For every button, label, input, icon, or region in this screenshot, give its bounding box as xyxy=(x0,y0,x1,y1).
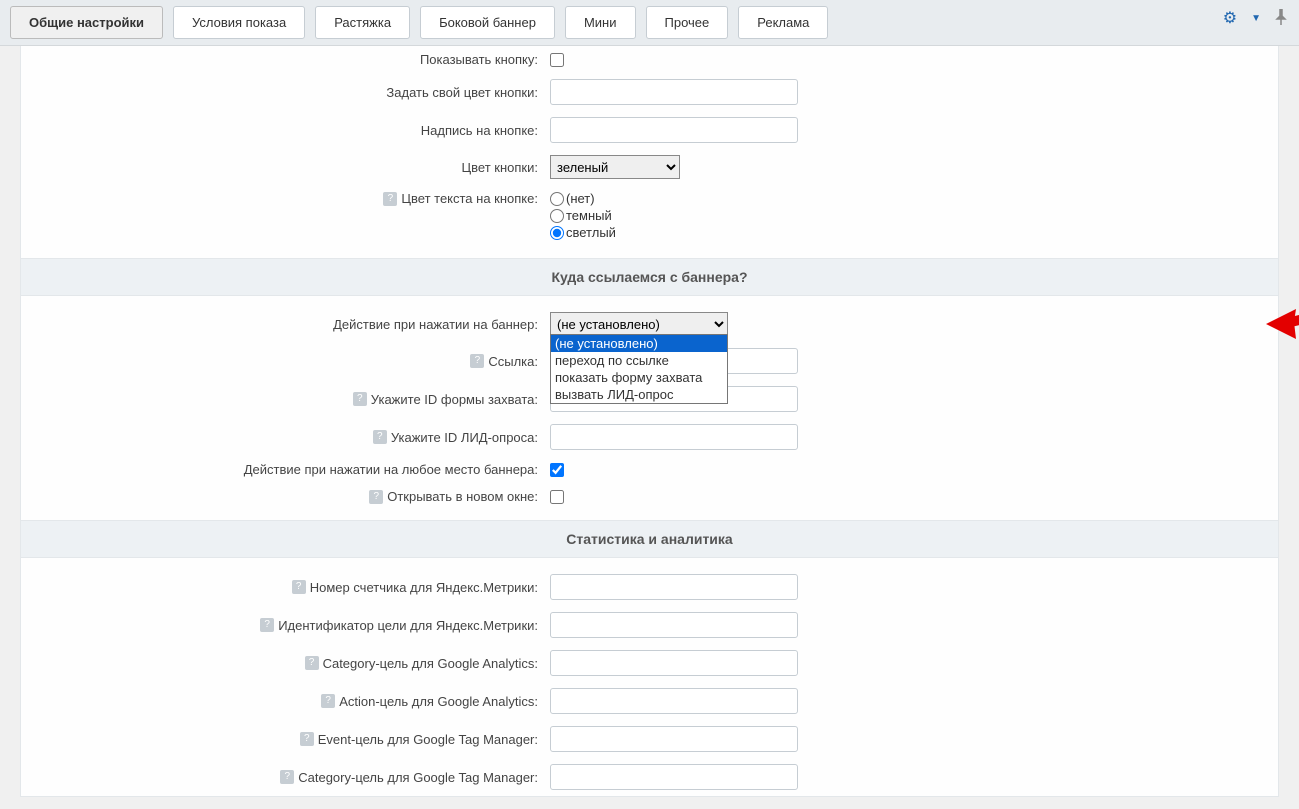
dropdown-click-action: (не установлено) переход по ссылке показ… xyxy=(550,334,728,404)
input-ga-category[interactable] xyxy=(550,650,798,676)
help-icon[interactable]: ? xyxy=(305,656,319,670)
input-gtm-category[interactable] xyxy=(550,764,798,790)
tab-other[interactable]: Прочее xyxy=(646,6,729,39)
label-new-window: Открывать в новом окне: xyxy=(387,489,538,504)
dropdown-option-not-set[interactable]: (не установлено) xyxy=(551,335,727,352)
radio-light[interactable] xyxy=(550,226,564,240)
tab-general[interactable]: Общие настройки xyxy=(10,6,163,39)
label-ga-action: Action-цель для Google Analytics: xyxy=(339,694,538,709)
help-icon[interactable]: ? xyxy=(321,694,335,708)
label-show-button: Показывать кнопку: xyxy=(420,52,538,67)
tab-mini[interactable]: Мини xyxy=(565,6,636,39)
help-icon[interactable]: ? xyxy=(280,770,294,784)
help-icon[interactable]: ? xyxy=(260,618,274,632)
tab-ads[interactable]: Реклама xyxy=(738,6,828,39)
section-stats: Статистика и аналитика xyxy=(21,520,1278,558)
label-gtm-category: Category-цель для Google Tag Manager: xyxy=(298,770,538,785)
label-button-text: Надпись на кнопке: xyxy=(421,123,538,138)
label-gtm-event: Event-цель для Google Tag Manager: xyxy=(318,732,538,747)
arrow-icon xyxy=(1266,304,1299,347)
input-custom-color[interactable] xyxy=(550,79,798,105)
checkbox-full-click[interactable] xyxy=(550,463,564,477)
gear-icon[interactable]: ⚙ xyxy=(1223,8,1237,28)
tab-bar: Общие настройки Условия показа Растяжка … xyxy=(0,0,1299,46)
radio-light-label[interactable]: светлый xyxy=(550,225,616,240)
checkbox-new-window[interactable] xyxy=(550,490,564,504)
label-ga-category: Category-цель для Google Analytics: xyxy=(323,656,538,671)
select-button-color[interactable]: зеленый xyxy=(550,155,680,179)
radio-none-label[interactable]: (нет) xyxy=(550,191,616,206)
dropdown-option-lead[interactable]: вызвать ЛИД-опрос xyxy=(551,386,727,403)
form-panel: Показывать кнопку: Задать свой цвет кноп… xyxy=(20,46,1279,797)
radio-dark[interactable] xyxy=(550,209,564,223)
help-icon[interactable]: ? xyxy=(300,732,314,746)
label-custom-color: Задать свой цвет кнопки: xyxy=(386,85,538,100)
label-ym-goal: Идентификатор цели для Яндекс.Метрики: xyxy=(278,618,538,633)
label-text-color: Цвет текста на кнопке: xyxy=(401,191,538,206)
dropdown-option-link[interactable]: переход по ссылке xyxy=(551,352,727,369)
help-icon[interactable]: ? xyxy=(353,392,367,406)
pin-icon[interactable] xyxy=(1275,9,1287,28)
help-icon[interactable]: ? xyxy=(470,354,484,368)
checkbox-show-button[interactable] xyxy=(550,53,564,67)
label-ym-counter: Номер счетчика для Яндекс.Метрики: xyxy=(310,580,538,595)
tab-conditions[interactable]: Условия показа xyxy=(173,6,305,39)
input-lead-id[interactable] xyxy=(550,424,798,450)
radio-dark-label[interactable]: темный xyxy=(550,208,616,223)
input-ym-goal[interactable] xyxy=(550,612,798,638)
help-icon[interactable]: ? xyxy=(292,580,306,594)
label-form-id: Укажите ID формы захвата: xyxy=(371,392,538,407)
chevron-down-icon[interactable]: ▼ xyxy=(1251,13,1261,24)
help-icon[interactable]: ? xyxy=(369,490,383,504)
input-ym-counter[interactable] xyxy=(550,574,798,600)
label-lead-id: Укажите ID ЛИД-опроса: xyxy=(391,430,538,445)
help-icon[interactable]: ? xyxy=(383,192,397,206)
input-ga-action[interactable] xyxy=(550,688,798,714)
tab-stretch[interactable]: Растяжка xyxy=(315,6,410,39)
dropdown-option-form[interactable]: показать форму захвата xyxy=(551,369,727,386)
radio-none[interactable] xyxy=(550,192,564,206)
section-link: Куда ссылаемся с баннера? xyxy=(21,258,1278,296)
tab-side-banner[interactable]: Боковой баннер xyxy=(420,6,555,39)
label-click-action: Действие при нажатии на баннер: xyxy=(333,317,538,332)
label-full-click: Действие при нажатии на любое место банн… xyxy=(244,462,538,477)
input-button-text[interactable] xyxy=(550,117,798,143)
select-click-action[interactable]: (не установлено) xyxy=(550,312,728,336)
label-button-color: Цвет кнопки: xyxy=(462,160,538,175)
input-gtm-event[interactable] xyxy=(550,726,798,752)
label-link: Ссылка: xyxy=(488,354,538,369)
help-icon[interactable]: ? xyxy=(373,430,387,444)
